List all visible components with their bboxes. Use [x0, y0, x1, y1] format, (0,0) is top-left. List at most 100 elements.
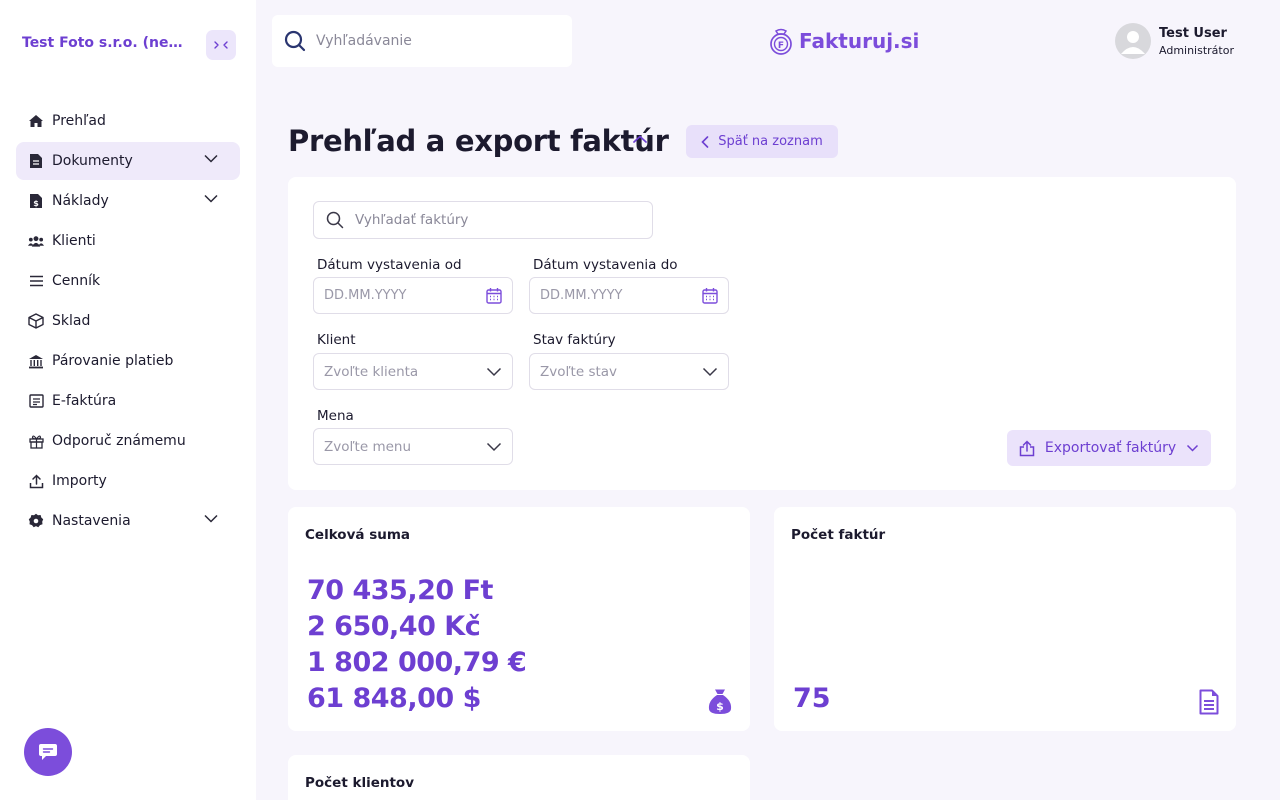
- sidebar-item-label: Sklad: [52, 313, 91, 329]
- chevron-down-icon: [204, 194, 218, 203]
- bank-icon: [28, 353, 44, 369]
- sidebar-item-klienti[interactable]: Klienti: [16, 222, 240, 260]
- sidebar-item-label: Klienti: [52, 233, 96, 249]
- brand-icon: F: [770, 28, 792, 55]
- export-icon: [1019, 439, 1035, 457]
- client-select-value: Zvoľte klienta: [324, 363, 419, 380]
- sidebar-item-sklad[interactable]: Sklad: [16, 302, 240, 340]
- list-icon: [28, 273, 44, 289]
- expense-document-icon: $: [28, 193, 44, 209]
- sidebar-item-label: Dokumenty: [52, 153, 133, 169]
- company-name[interactable]: Test Foto s.r.o. (neplat...: [22, 35, 187, 51]
- brand-name: Fakturuj.si: [799, 29, 920, 53]
- sidebar-item-naklady[interactable]: $ Náklady: [16, 182, 240, 220]
- sidebar-item-e-faktura[interactable]: E-faktúra: [16, 382, 240, 420]
- user-menu[interactable]: Test User Administrátor: [1115, 23, 1234, 59]
- home-icon: [28, 113, 44, 129]
- back-to-list-label: Späť na zoznam: [718, 134, 823, 149]
- currency-select-value: Zvoľte menu: [324, 438, 412, 455]
- chevron-down-icon: [204, 154, 218, 163]
- chevron-down-icon: [1186, 444, 1199, 452]
- sidebar: Test Foto s.r.o. (neplat... Prehľad Doku…: [0, 0, 256, 800]
- brand-logo[interactable]: F Fakturuj.si: [767, 27, 919, 55]
- export-invoices-button[interactable]: Exportovať faktúry: [1007, 430, 1211, 466]
- date-to-field[interactable]: [529, 277, 729, 314]
- sidebar-item-label: Prehľad: [52, 113, 106, 129]
- client-count-card: Počet klientov: [288, 755, 750, 800]
- currency-label: Mena: [317, 408, 354, 424]
- sidebar-item-nastavenia[interactable]: Nastavenia: [16, 502, 240, 540]
- sidebar-item-label: Importy: [52, 473, 107, 489]
- global-search[interactable]: [272, 15, 572, 67]
- total-amount-value: 2 650,40 Kč: [307, 611, 481, 642]
- sidebar-item-odporuc-znamemu[interactable]: Odporuč známemu: [16, 422, 240, 460]
- total-amount-card: Celková suma 70 435,20 Ft 2 650,40 Kč 1 …: [288, 507, 750, 731]
- date-to-input[interactable]: [540, 288, 690, 303]
- calendar-icon[interactable]: [702, 287, 718, 304]
- invoice-count-value: 75: [793, 683, 831, 714]
- chevron-down-icon: [702, 367, 718, 377]
- gift-icon: [28, 433, 44, 449]
- search-icon: [284, 30, 306, 52]
- collapse-icon: [214, 41, 228, 49]
- chevron-down-icon: [486, 442, 502, 452]
- total-amount-list: 70 435,20 Ft 2 650,40 Kč 1 802 000,79 € …: [307, 573, 527, 717]
- collapse-sidebar-button[interactable]: [206, 30, 236, 60]
- status-select-value: Zvoľte stav: [540, 363, 618, 380]
- user-role: Administrátor: [1159, 43, 1234, 57]
- sidebar-item-label: Cenník: [52, 273, 101, 289]
- sidebar-item-label: Náklady: [52, 193, 109, 209]
- chevron-up-icon[interactable]: [632, 134, 648, 144]
- date-from-label: Dátum vystavenia od: [317, 257, 462, 273]
- money-bag-icon: $: [708, 689, 732, 714]
- chat-icon: [39, 744, 57, 760]
- user-avatar-icon: [1121, 31, 1145, 54]
- svg-text:$: $: [33, 199, 39, 208]
- client-select[interactable]: Zvoľte klienta: [313, 353, 513, 390]
- sidebar-item-dokumenty[interactable]: Dokumenty: [16, 142, 240, 180]
- invoice-count-card: Počet faktúr 75: [774, 507, 1236, 731]
- search-icon: [326, 211, 344, 229]
- upload-icon: [28, 473, 44, 489]
- invoice-icon: [28, 393, 44, 409]
- export-invoices-label: Exportovať faktúry: [1044, 440, 1177, 456]
- invoice-document-icon: [1199, 689, 1219, 715]
- sidebar-item-importy[interactable]: Importy: [16, 462, 240, 500]
- client-count-title: Počet klientov: [305, 775, 415, 791]
- date-from-field[interactable]: [313, 277, 513, 314]
- settings-icon: [28, 513, 44, 529]
- page-title: Prehľad a export faktúr: [288, 124, 669, 158]
- sidebar-item-parovanie-platieb[interactable]: Párovanie platieb: [16, 342, 240, 380]
- date-to-label: Dátum vystavenia do: [533, 257, 678, 273]
- sidebar-item-label: Párovanie platieb: [52, 353, 174, 369]
- document-icon: [28, 153, 44, 169]
- total-amount-value: 70 435,20 Ft: [307, 575, 493, 606]
- avatar: [1115, 23, 1151, 59]
- chevron-down-icon: [486, 367, 502, 377]
- svg-text:$: $: [716, 700, 724, 713]
- sidebar-item-label: Odporuč známemu: [52, 433, 186, 449]
- currency-select[interactable]: Zvoľte menu: [313, 428, 513, 465]
- back-to-list-button[interactable]: Späť na zoznam: [686, 125, 838, 158]
- invoice-search-input[interactable]: [355, 212, 635, 228]
- sidebar-item-label: E-faktúra: [52, 393, 117, 409]
- status-select[interactable]: Zvoľte stav: [529, 353, 729, 390]
- filter-panel: Dátum vystavenia od Dátum vystavenia do …: [288, 177, 1236, 490]
- chat-button[interactable]: [24, 728, 72, 776]
- invoice-count-title: Počet faktúr: [791, 527, 886, 543]
- date-from-input[interactable]: [324, 288, 474, 303]
- svg-text:F: F: [778, 41, 784, 51]
- chevron-left-icon: [701, 135, 709, 148]
- box-icon: [28, 313, 44, 329]
- users-icon: [28, 233, 44, 249]
- status-label: Stav faktúry: [533, 332, 616, 348]
- sidebar-item-cennik[interactable]: Cenník: [16, 262, 240, 300]
- sidebar-nav: Prehľad Dokumenty $ Náklady Klienti Cenn…: [16, 102, 240, 542]
- chevron-down-icon: [204, 514, 218, 523]
- total-amount-title: Celková suma: [305, 527, 411, 543]
- calendar-icon[interactable]: [486, 287, 502, 304]
- invoice-search[interactable]: [313, 201, 653, 239]
- global-search-input[interactable]: [316, 33, 556, 49]
- sidebar-item-prehlad[interactable]: Prehľad: [16, 102, 240, 140]
- total-amount-value: 1 802 000,79 €: [307, 647, 527, 678]
